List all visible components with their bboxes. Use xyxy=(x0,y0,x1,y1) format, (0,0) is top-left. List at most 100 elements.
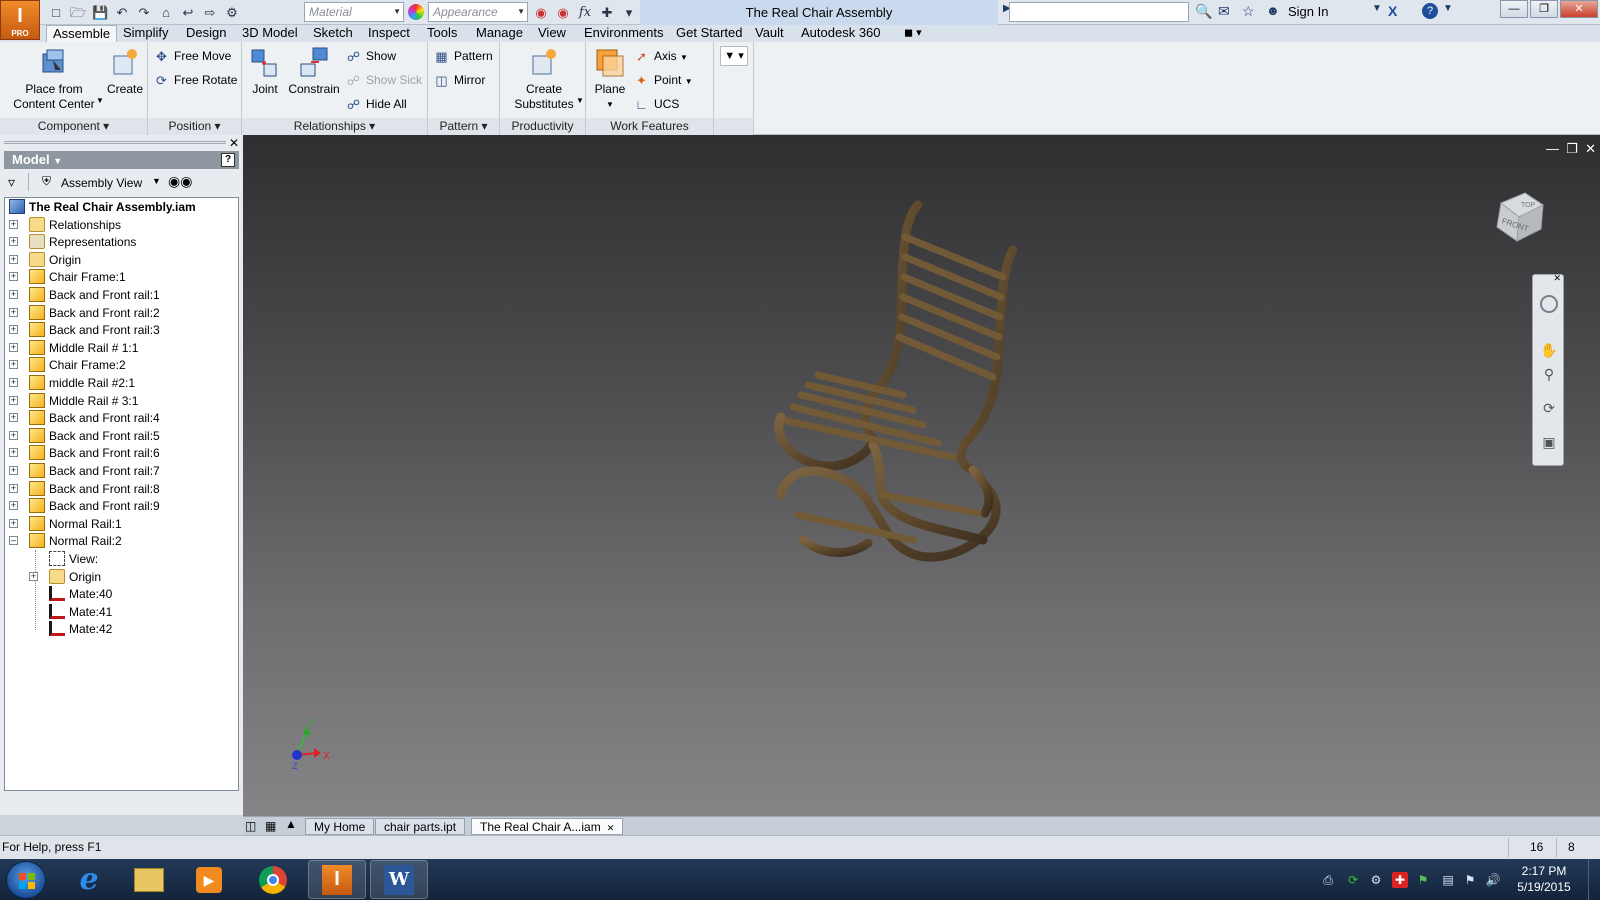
graphics-viewport[interactable]: — ❐ ✕ TOP FRONT ✕ ✋ ⚲ ⟳ ▣ X Y Z xyxy=(243,135,1600,816)
new-file-icon[interactable]: □ xyxy=(48,5,64,21)
steering-wheel-icon[interactable] xyxy=(1540,295,1558,313)
cascade-windows-icon[interactable]: ▦ xyxy=(265,819,276,833)
expand-icon[interactable]: + xyxy=(9,342,18,352)
pan-hand-icon[interactable]: ✋ xyxy=(1540,341,1558,359)
tab-sketch[interactable]: Sketch xyxy=(307,25,359,42)
close-tab-icon[interactable]: ✕ xyxy=(607,823,615,833)
binoculars-find-icon[interactable]: ◉◉ xyxy=(168,173,192,190)
tab-environments[interactable]: Environments xyxy=(578,25,669,42)
tab-manage[interactable]: Manage xyxy=(470,25,529,42)
material-dropdown[interactable]: Material ▼ xyxy=(304,2,404,22)
expand-icon[interactable]: + xyxy=(9,325,18,335)
orbit-icon[interactable]: ⟳ xyxy=(1540,399,1558,417)
chevron-down-icon[interactable]: ▼ xyxy=(576,96,584,105)
start-button[interactable] xyxy=(6,861,46,899)
component-panel-title[interactable]: Component ▾ xyxy=(0,118,147,135)
tile-windows-icon[interactable]: ◫ xyxy=(245,819,256,833)
tray-volume-icon[interactable]: 🔊 xyxy=(1485,872,1501,888)
show-desktop-button[interactable] xyxy=(1588,859,1600,900)
filter-icon[interactable]: ▿ xyxy=(8,174,15,191)
minimize-window-button[interactable]: — xyxy=(1500,0,1528,18)
clear-icon[interactable]: ◉ xyxy=(555,5,571,21)
taskbar-chrome[interactable] xyxy=(244,860,302,899)
chevron-down-icon[interactable]: ▼ xyxy=(590,97,630,112)
browser-grip[interactable] xyxy=(4,141,226,144)
tab-simplify[interactable]: Simplify xyxy=(117,25,175,42)
look-at-icon[interactable]: ▣ xyxy=(1540,433,1558,451)
adjust-icon[interactable]: ◉ xyxy=(533,5,549,21)
place-from-content-center-button[interactable]: Place from Content Center xyxy=(8,46,100,112)
point-button[interactable]: ✦ Point ▼ xyxy=(632,70,693,90)
minimize-icon[interactable]: — xyxy=(1546,141,1559,156)
expand-icon[interactable]: + xyxy=(9,466,18,475)
home-icon[interactable]: ⌂ xyxy=(158,5,174,21)
save-icon[interactable]: 💾 xyxy=(92,5,108,21)
chevron-down-icon[interactable]: ▼ xyxy=(96,96,104,105)
ribbon-options-dropdown[interactable]: ▼ ▾ xyxy=(720,46,748,66)
browser-help-icon[interactable]: ? xyxy=(221,153,235,167)
appearance-dropdown[interactable]: Appearance ▼ xyxy=(428,2,528,22)
position-panel-title[interactable]: Position ▾ xyxy=(148,118,241,135)
tab-vault[interactable]: Vault xyxy=(749,25,790,42)
tray-settings-icon[interactable]: ⚙ xyxy=(1368,872,1384,888)
show-button[interactable]: ☍ Show xyxy=(344,46,396,66)
doc-tab-chair-parts[interactable]: chair parts.ipt xyxy=(375,818,466,835)
ribbon-display-toggle-icon[interactable]: ◼ ▾ xyxy=(898,25,928,42)
tray-network-icon[interactable]: ▤ xyxy=(1440,872,1456,888)
expand-icon[interactable]: + xyxy=(9,272,18,282)
mirror-button[interactable]: ◫ Mirror xyxy=(432,70,485,90)
close-window-button[interactable]: ✕ xyxy=(1560,0,1598,18)
pattern-button[interactable]: ▦ Pattern xyxy=(432,46,492,66)
redo-icon[interactable]: ↷ xyxy=(136,5,152,21)
chevron-down-icon[interactable]: ▼ xyxy=(152,176,161,186)
joint-button[interactable]: Joint xyxy=(246,46,284,97)
restore-icon[interactable]: ❐ xyxy=(1566,141,1578,156)
exchange-apps-icon[interactable]: X xyxy=(1388,3,1397,19)
close-icon[interactable]: ✕ xyxy=(1585,141,1596,156)
hide-all-button[interactable]: ☍ Hide All xyxy=(344,94,407,114)
show-sick-button[interactable]: ☍ Show Sick xyxy=(344,70,422,90)
close-icon[interactable]: ✕ xyxy=(229,136,239,150)
viewcube[interactable]: TOP FRONT xyxy=(1487,185,1547,245)
tray-flag-icon[interactable]: ⚑ xyxy=(1415,872,1431,888)
expand-icon[interactable]: + xyxy=(9,395,18,405)
add-icon[interactable]: ✚ xyxy=(599,5,615,21)
model-browser-header[interactable]: Model ▼ ? xyxy=(4,151,239,169)
collapse-icon[interactable]: – xyxy=(9,536,18,546)
expand-icon[interactable]: + xyxy=(9,360,18,370)
expand-icon[interactable]: + xyxy=(9,237,18,247)
close-icon[interactable]: ✕ xyxy=(1553,273,1561,284)
communication-center-icon[interactable]: ✉ xyxy=(1218,3,1230,20)
free-rotate-button[interactable]: ⟳ Free Rotate xyxy=(152,70,237,90)
tab-3d-model[interactable]: 3D Model xyxy=(236,25,304,42)
chair-model[interactable] xyxy=(763,195,1023,585)
tab-view[interactable]: View xyxy=(532,25,572,42)
tab-tools[interactable]: Tools xyxy=(421,25,463,42)
tab-design[interactable]: Design xyxy=(180,25,232,42)
chevron-down-icon[interactable]: ▼ xyxy=(1443,3,1453,14)
help-search-input[interactable] xyxy=(1009,2,1189,22)
doc-tab-real-chair-assembly[interactable]: The Real Chair A...iam ✕ xyxy=(471,818,624,835)
pattern-panel-title[interactable]: Pattern ▾ xyxy=(428,118,499,135)
expand-icon[interactable]: + xyxy=(9,483,18,493)
axis-button[interactable]: ➚ Axis ▼ xyxy=(632,46,688,66)
create-component-button[interactable]: Create xyxy=(106,46,144,97)
expand-icon[interactable]: + xyxy=(9,501,18,511)
expand-icon[interactable]: + xyxy=(9,378,18,387)
return-icon[interactable]: ↩ xyxy=(180,5,196,21)
taskbar-inventor[interactable]: I xyxy=(308,860,366,899)
help-icon[interactable]: ? xyxy=(1422,3,1438,19)
chevron-up-icon[interactable]: ▲ xyxy=(285,817,297,831)
expand-icon[interactable]: + xyxy=(29,571,38,581)
doc-tab-my-home[interactable]: My Home xyxy=(305,818,375,835)
tray-security-icon[interactable]: ✚ xyxy=(1392,872,1408,888)
parameters-fx-button[interactable]: fx xyxy=(577,5,593,21)
zoom-icon[interactable]: ⚲ xyxy=(1540,365,1558,383)
undo-icon[interactable]: ↶ xyxy=(114,5,130,21)
search-icon[interactable]: 🔍 xyxy=(1195,3,1212,20)
application-menu-button[interactable]: I PRO xyxy=(0,0,40,40)
create-substitutes-button[interactable]: Create Substitutes xyxy=(510,46,578,112)
taskbar-internet-explorer[interactable]: e xyxy=(60,860,118,899)
taskbar-file-explorer[interactable] xyxy=(120,860,178,899)
tray-sync-icon[interactable]: ⟳ xyxy=(1345,872,1361,888)
